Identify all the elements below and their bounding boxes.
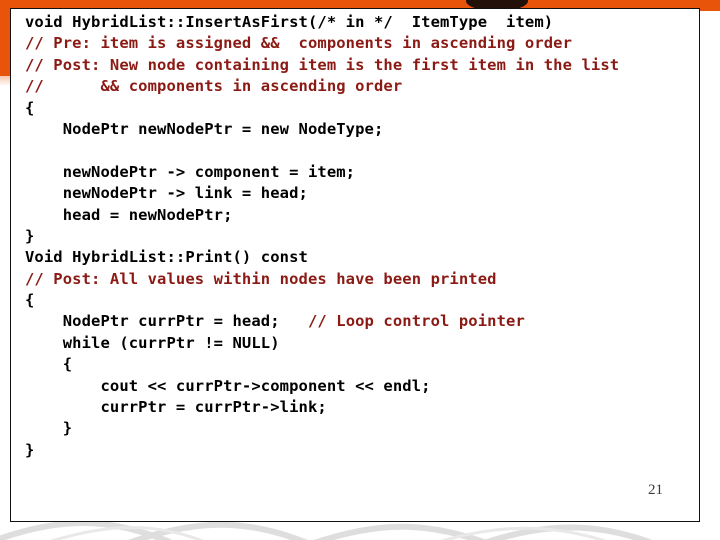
code-line: // Post: New node containing item is the… — [25, 55, 695, 76]
code-statement: cout << currPtr->component << endl; — [25, 376, 431, 395]
code-comment: // Post: All values within nodes have be… — [25, 269, 497, 288]
code-line: // Pre: item is assigned && components i… — [25, 33, 695, 54]
presentation-slide: void HybridList::InsertAsFirst(/* in */ … — [0, 0, 720, 540]
code-comment: // && components in ascending order — [25, 77, 403, 96]
code-line: } — [25, 418, 695, 439]
code-line: cout << currPtr->component << endl; — [25, 376, 695, 397]
code-line: while (currPtr != NULL) — [25, 333, 695, 354]
code-comment: // Pre: item is assigned && components i… — [25, 34, 573, 53]
code-statement: NodePtr newNodePtr = new NodeType; — [25, 119, 384, 138]
code-comment: // Loop control pointer — [307, 312, 525, 331]
code-comment: // Post: New node containing item is the… — [25, 55, 620, 74]
code-statement: } — [25, 419, 73, 438]
code-statement: } — [25, 440, 35, 459]
code-line: newNodePtr -> link = head; — [25, 183, 695, 204]
slide-number: 21 — [648, 482, 663, 498]
code-listing: void HybridList::InsertAsFirst(/* in */ … — [25, 12, 695, 461]
code-statement: { — [25, 291, 35, 310]
code-line: // && components in ascending order — [25, 76, 695, 97]
code-line: // Post: All values within nodes have be… — [25, 269, 695, 290]
code-line: void HybridList::InsertAsFirst(/* in */ … — [25, 12, 695, 33]
code-statement: newNodePtr -> component = item; — [25, 162, 356, 181]
code-line: } — [25, 226, 695, 247]
code-statement: head = newNodePtr; — [25, 205, 233, 224]
code-line: { — [25, 98, 695, 119]
code-line: Void HybridList::Print() const — [25, 247, 695, 268]
slide-content-frame: void HybridList::InsertAsFirst(/* in */ … — [10, 8, 700, 522]
code-statement: NodePtr currPtr = head; — [25, 312, 308, 331]
code-statement: while (currPtr != NULL) — [25, 333, 280, 352]
code-statement: currPtr = currPtr->link; — [25, 398, 327, 417]
code-statement: { — [25, 98, 35, 117]
code-line: currPtr = currPtr->link; — [25, 397, 695, 418]
code-statement: void HybridList::InsertAsFirst(/* in */ … — [25, 13, 554, 31]
code-line: } — [25, 440, 695, 461]
code-line: { — [25, 290, 695, 311]
code-statement: newNodePtr -> link = head; — [25, 184, 308, 203]
code-line: newNodePtr -> component = item; — [25, 162, 695, 183]
code-statement: } — [25, 226, 35, 245]
code-line: NodePtr newNodePtr = new NodeType; — [25, 119, 695, 140]
code-statement: Void HybridList::Print() const — [25, 248, 308, 267]
code-line: { — [25, 354, 695, 375]
code-statement: { — [25, 355, 73, 374]
code-line: NodePtr currPtr = head; // Loop control … — [25, 311, 695, 332]
code-line: head = newNodePtr; — [25, 205, 695, 226]
